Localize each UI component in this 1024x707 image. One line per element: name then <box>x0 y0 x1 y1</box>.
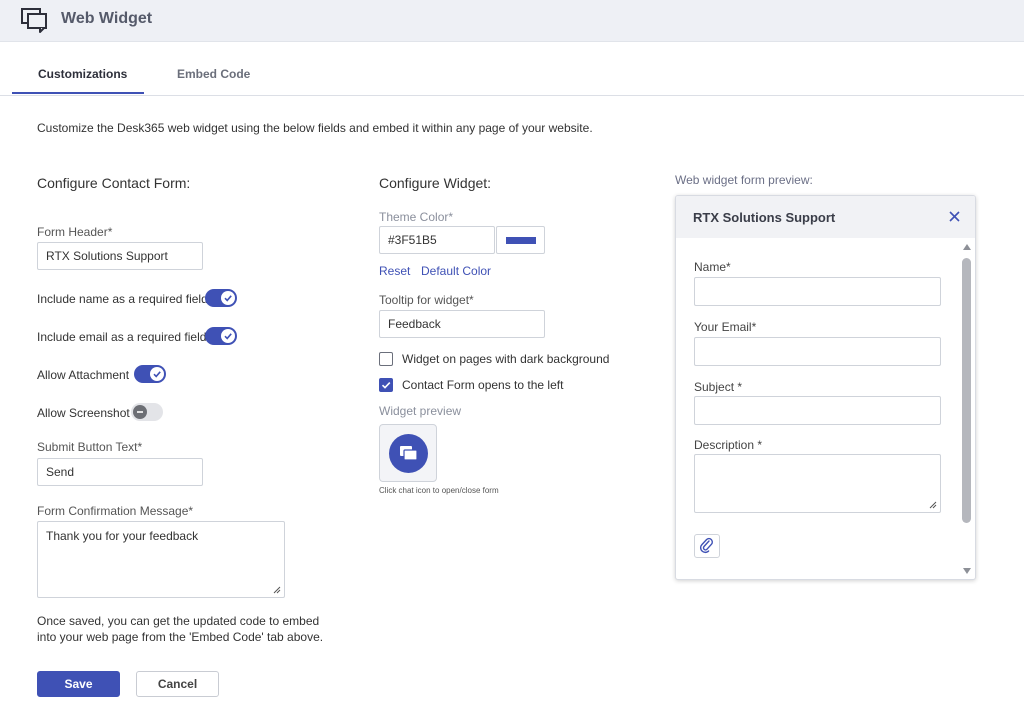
subject-label: Subject * <box>694 380 743 394</box>
contact-form-section-title: Configure Contact Form: <box>37 175 191 191</box>
scroll-up-arrow-icon[interactable] <box>962 243 972 251</box>
tab-embed-code[interactable]: Embed Code <box>177 67 250 81</box>
checkbox-label: Widget on pages with dark background <box>402 352 610 366</box>
confirmation-message-text: Thank you for your feedback <box>46 529 199 543</box>
form-preview-title: RTX Solutions Support <box>693 210 836 225</box>
name-label: Name* <box>694 260 731 274</box>
confirmation-message-textarea[interactable]: Thank you for your feedback <box>37 521 285 598</box>
checkbox-label: Contact Form opens to the left <box>402 378 564 392</box>
form-preview-header: RTX Solutions Support <box>676 196 975 238</box>
close-icon[interactable] <box>948 210 961 223</box>
check-icon <box>221 291 235 305</box>
email-input[interactable] <box>694 337 941 366</box>
email-label: Your Email* <box>694 320 757 334</box>
attachment-button[interactable] <box>694 534 720 558</box>
theme-color-input[interactable]: #3F51B5 <box>379 226 495 254</box>
save-button[interactable]: Save <box>37 671 120 697</box>
toggle-label: Allow Attachment <box>37 368 130 382</box>
toggle-row-screenshot: Allow Screenshot <box>37 403 177 423</box>
widget-preview-label: Widget preview <box>379 404 462 418</box>
theme-color-label: Theme Color* <box>379 210 454 224</box>
name-required-toggle[interactable] <box>205 289 237 307</box>
toggle-label: Include name as a required field <box>37 292 208 306</box>
form-header-input[interactable]: RTX Solutions Support <box>37 242 203 270</box>
toggle-label: Allow Screenshot <box>37 406 130 420</box>
resize-grip-icon[interactable] <box>929 501 937 509</box>
chat-launcher-button[interactable] <box>389 434 428 473</box>
color-picker-button[interactable] <box>496 226 545 254</box>
scroll-down-arrow-icon[interactable] <box>962 567 972 575</box>
tooltip-input[interactable]: Feedback <box>379 310 545 338</box>
minus-icon <box>133 405 147 419</box>
resize-grip-icon[interactable] <box>273 586 281 594</box>
active-tab-indicator <box>12 92 144 94</box>
dark-background-checkbox[interactable] <box>379 352 393 366</box>
embed-note-line-1: Once saved, you can get the updated code… <box>37 614 320 628</box>
toggle-row-attachment: Allow Attachment <box>37 365 177 385</box>
check-icon <box>221 329 235 343</box>
subject-input[interactable] <box>694 396 941 425</box>
embed-note: Once saved, you can get the updated code… <box>37 613 323 645</box>
color-swatch <box>506 237 536 244</box>
chat-windows-icon <box>21 8 47 33</box>
check-icon <box>150 367 164 381</box>
toggle-row-name-required: Include name as a required field <box>37 289 277 309</box>
widget-section-title: Configure Widget: <box>379 175 492 191</box>
page-title: Web Widget <box>61 10 153 27</box>
chat-icon <box>400 446 418 461</box>
widget-preview-hint: Click chat icon to open/close form <box>379 486 499 495</box>
submit-button-text-label: Submit Button Text* <box>37 440 143 454</box>
form-preview-caption: Web widget form preview: <box>675 173 813 187</box>
description-label: Description * <box>694 438 763 452</box>
reset-color-link[interactable]: Reset <box>379 264 410 278</box>
tab-customizations[interactable]: Customizations <box>38 67 127 81</box>
check-icon <box>381 382 391 389</box>
name-input[interactable] <box>694 277 941 306</box>
email-required-toggle[interactable] <box>205 327 237 345</box>
app-header: Web Widget <box>0 0 1024 42</box>
cancel-button[interactable]: Cancel <box>136 671 219 697</box>
paperclip-icon <box>699 537 713 554</box>
submit-button-text-input[interactable]: Send <box>37 458 203 486</box>
toggle-label: Include email as a required field <box>37 330 207 344</box>
confirmation-message-label: Form Confirmation Message* <box>37 504 194 518</box>
description-textarea[interactable] <box>694 454 941 513</box>
open-left-checkbox[interactable] <box>379 378 393 392</box>
tooltip-label: Tooltip for widget* <box>379 293 474 307</box>
default-color-link[interactable]: Default Color <box>421 264 491 278</box>
tab-bar: Customizations Embed Code <box>0 41 1024 96</box>
scrollbar-thumb[interactable] <box>962 258 971 523</box>
embed-note-line-2: into your web page from the 'Embed Code'… <box>37 630 324 644</box>
toggle-row-email-required: Include email as a required field <box>37 327 277 347</box>
form-preview-card: RTX Solutions Support Name* Your Email* … <box>675 195 976 580</box>
form-header-label: Form Header* <box>37 225 113 239</box>
allow-attachment-toggle[interactable] <box>134 365 166 383</box>
widget-preview <box>379 424 437 482</box>
allow-screenshot-toggle[interactable] <box>131 403 163 421</box>
intro-text: Customize the Desk365 web widget using t… <box>37 121 593 135</box>
